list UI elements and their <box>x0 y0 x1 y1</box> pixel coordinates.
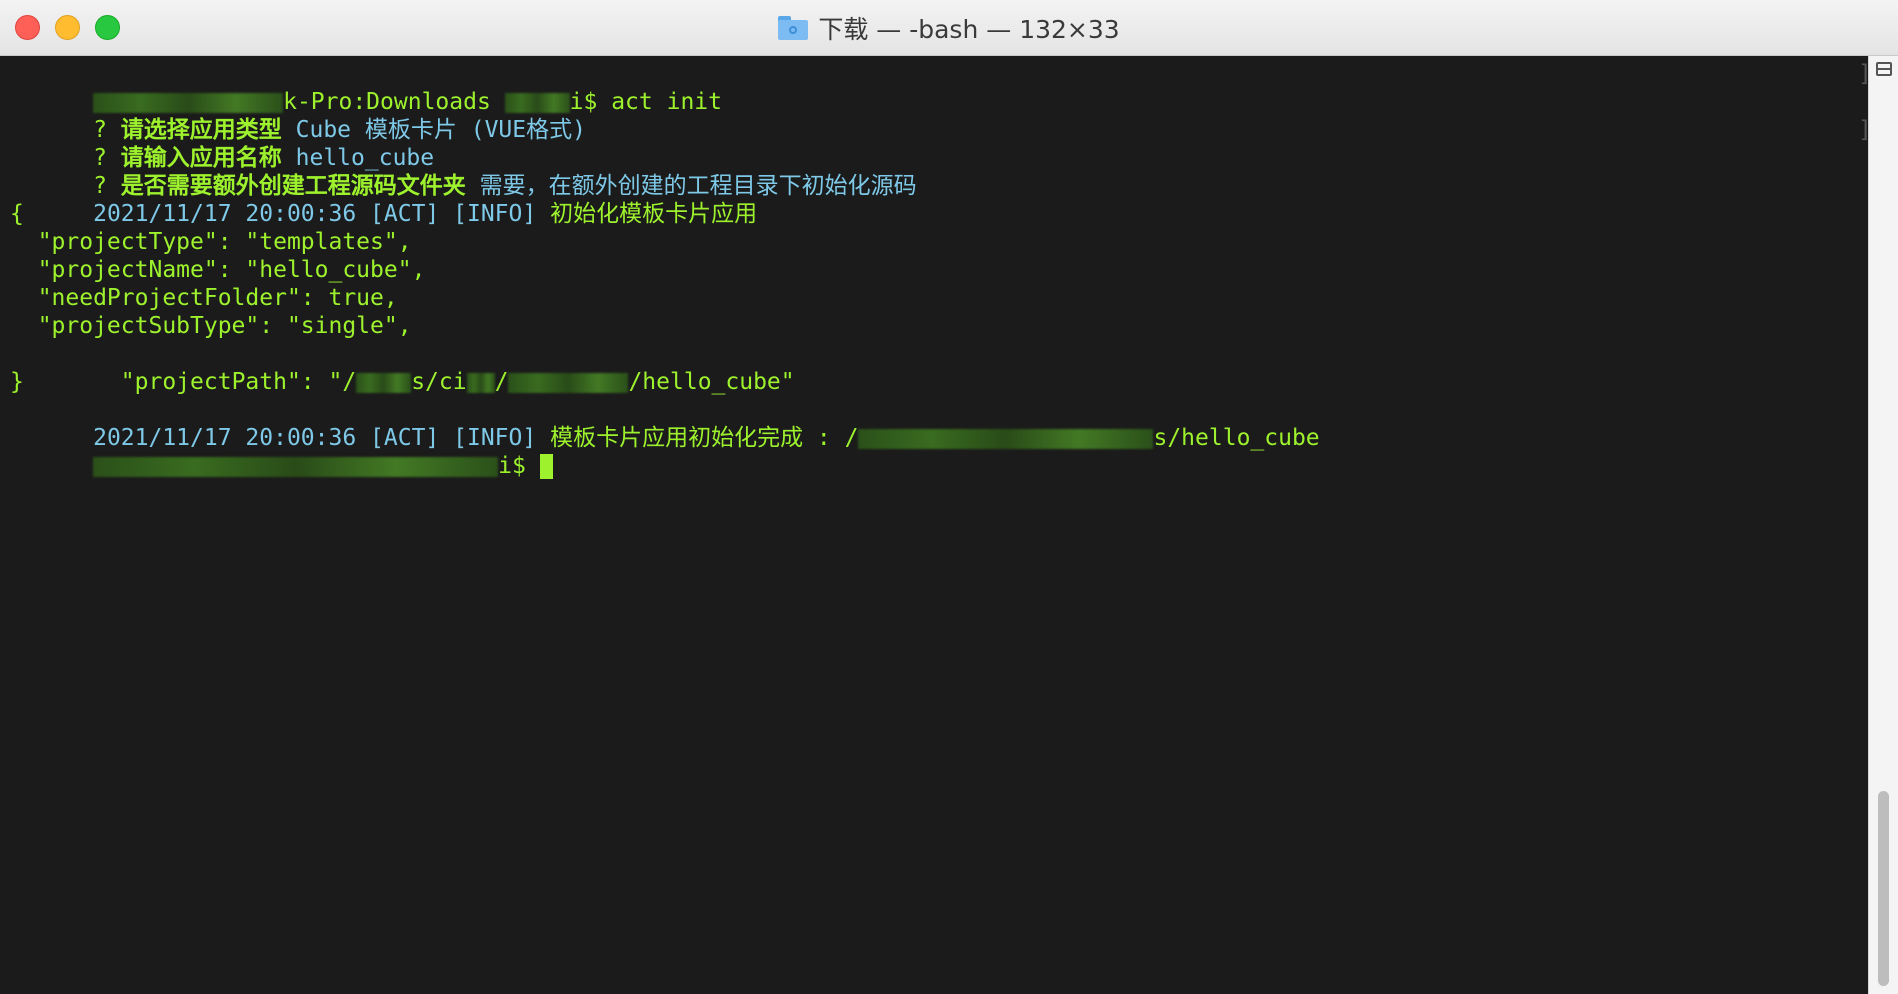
log-tag-act: [ACT] <box>370 201 440 227</box>
scroll-thumb[interactable] <box>1878 791 1889 986</box>
log-message: 模板卡片应用初始化完成 : / <box>536 425 859 451</box>
log-path-end: s/hello_cube <box>1153 425 1320 451</box>
title-bar[interactable]: 下载 — -bash — 132×33 <box>0 0 1898 56</box>
window-title: 下载 — -bash — 132×33 <box>818 15 1120 44</box>
redacted-path-segment <box>356 372 412 393</box>
json-line: "projectSubType": "single", <box>10 313 412 339</box>
json-line: { <box>10 201 24 227</box>
prompt-question-app-name: ? 请输入应用名称 hello_cube <box>93 145 435 171</box>
json-line: "projectName": "hello_cube", <box>10 257 426 283</box>
redacted-path-segment <box>858 428 1154 449</box>
log-message: 初始化模板卡片应用 <box>536 201 758 227</box>
split-pane-icon[interactable] <box>1876 62 1892 76</box>
prompt-question-app-type: ? 请选择应用类型 Cube 模板卡片 (VUE格式) <box>93 117 586 143</box>
folder-icon <box>778 16 809 40</box>
json-line: } <box>10 369 24 395</box>
redacted-path-segment <box>508 372 629 393</box>
json-line: "needProjectFolder": true, <box>10 285 398 311</box>
prompt-symbol: i$ <box>498 453 540 479</box>
log-line-complete: 2021/11/17 20:00:36 [ACT] [INFO] 模板卡片应用初… <box>10 396 1320 451</box>
log-timestamp: 2021/11/17 20:00:36 <box>93 201 371 227</box>
window-title-area: 下载 — -bash — 132×33 <box>0 0 1898 56</box>
prompt-question-folder: ? 是否需要额外创建工程源码文件夹 需要，在额外创建的工程目录下初始化源码 <box>93 173 917 199</box>
json-line: "projectType": "templates", <box>10 229 412 255</box>
terminal-output[interactable]: k-Pro:Downloads i$ act init ] ? 请选择应用类型 … <box>0 56 1868 994</box>
text-cursor <box>539 454 553 479</box>
log-line-init: 2021/11/17 20:00:36 [ACT] [INFO] 初始化模板卡片… <box>10 172 757 227</box>
terminal-line-current-prompt[interactable]: i$ <box>10 424 553 479</box>
redacted-path-segment <box>466 372 495 393</box>
json-line-project-path: "projectPath": "/s/ci //hello_cube" <box>93 369 795 395</box>
log-tag-info: [INFO] <box>439 201 537 227</box>
terminal-window: 下载 — -bash — 132×33 k-Pro:Downloads i$ a… <box>0 0 1898 994</box>
redacted-prompt <box>93 456 499 477</box>
vertical-scrollbar[interactable] <box>1868 56 1898 994</box>
command-text: act init <box>611 89 722 115</box>
terminal-line-prompt: k-Pro:Downloads i$ act init <box>10 60 722 115</box>
